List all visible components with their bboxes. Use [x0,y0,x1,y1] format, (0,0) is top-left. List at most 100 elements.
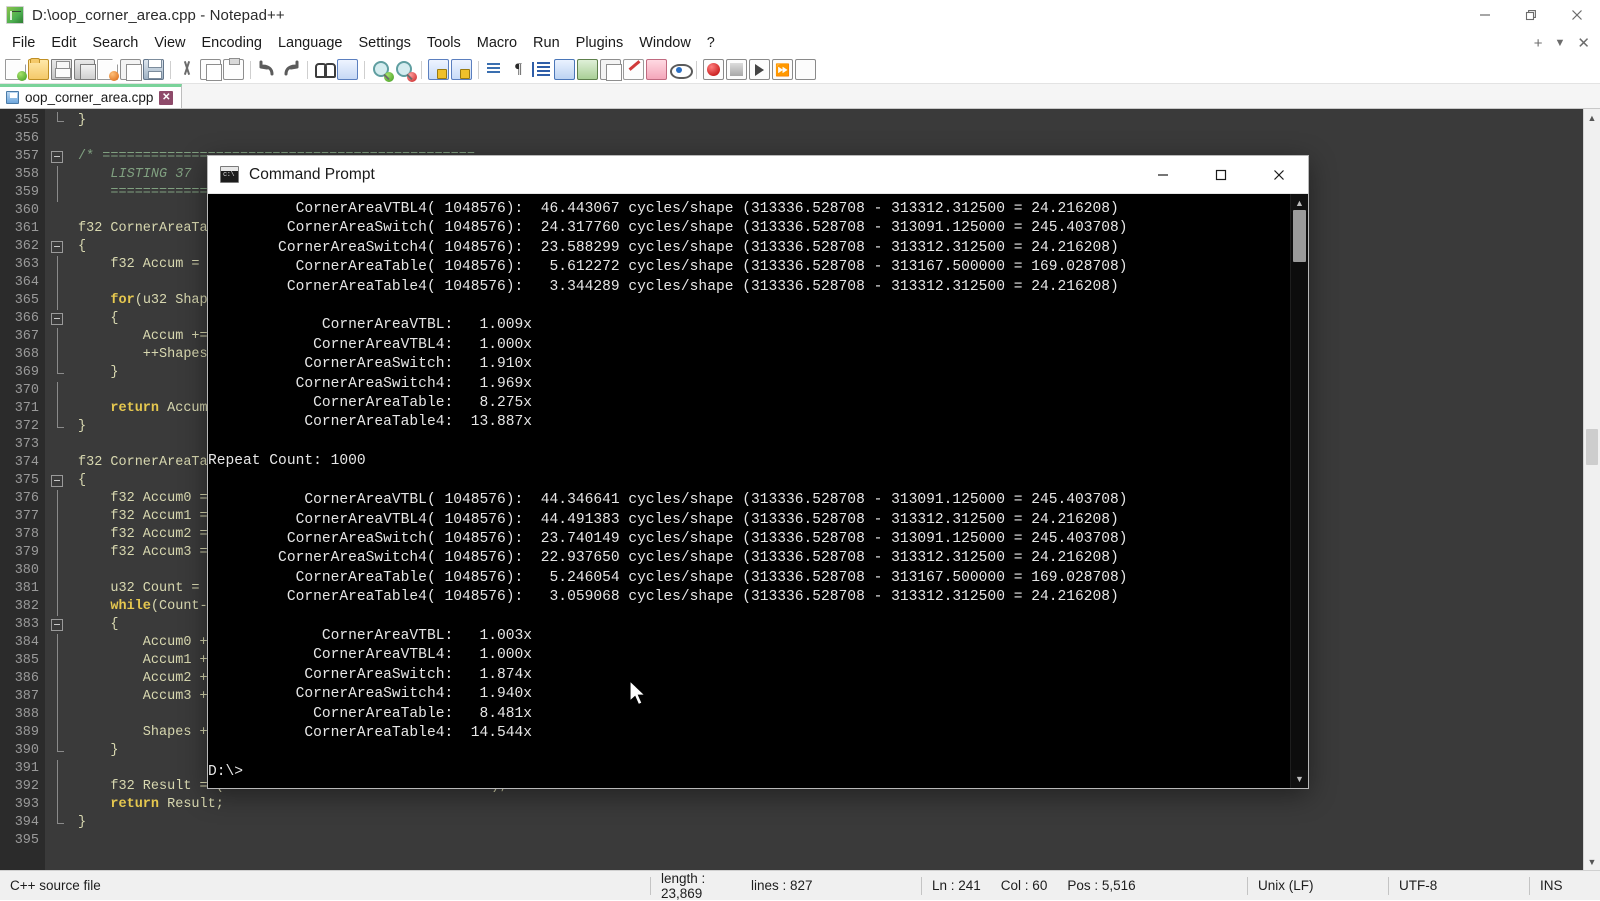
fold-marker[interactable] [46,760,70,778]
fold-marker[interactable] [46,148,70,166]
fold-marker[interactable] [46,562,70,580]
fold-marker[interactable] [46,292,70,310]
scroll-up-icon[interactable]: ▲ [1584,109,1600,126]
cmd-minimize-button[interactable] [1134,156,1192,194]
fold-marker[interactable] [46,166,70,184]
fold-marker[interactable] [46,256,70,274]
zoom-in-icon[interactable] [371,59,394,82]
fold-marker[interactable] [46,814,70,832]
command-prompt-titlebar[interactable]: Command Prompt [208,156,1308,194]
word-wrap-icon[interactable] [485,59,506,80]
close-file-icon[interactable] [97,59,119,81]
record-macro-icon[interactable] [703,59,724,80]
fold-marker[interactable] [46,274,70,292]
menu-help[interactable]: ? [699,33,723,53]
code-line[interactable] [78,832,1583,850]
fold-marker[interactable] [46,346,70,364]
sync-vertical-icon[interactable] [428,59,449,80]
fold-marker[interactable] [46,634,70,652]
undo-icon[interactable] [257,59,278,80]
menu-view[interactable]: View [146,33,193,53]
code-folding-column[interactable] [46,109,70,870]
menu-settings[interactable]: Settings [350,33,418,53]
redo-icon[interactable] [280,59,301,80]
save-icon[interactable] [51,59,72,80]
function-list-icon[interactable] [600,59,622,81]
cmd-maximize-button[interactable] [1192,156,1250,194]
console-scroll-down-icon[interactable]: ▼ [1291,770,1308,788]
fold-marker[interactable] [46,652,70,670]
fold-marker[interactable] [46,310,70,328]
fold-marker[interactable] [46,328,70,346]
console-scroll-thumb[interactable] [1293,210,1306,262]
fold-marker[interactable] [46,238,70,256]
ui-user-defined-dialog-icon[interactable] [554,59,575,80]
find-icon[interactable] [314,59,336,80]
fold-marker[interactable] [46,670,70,688]
fold-marker[interactable] [46,454,70,472]
open-file-icon[interactable] [28,58,49,80]
menu-macro[interactable]: Macro [469,33,525,53]
fold-marker[interactable] [46,832,70,850]
paste-icon[interactable] [223,58,244,80]
fold-marker[interactable] [46,598,70,616]
open-folder-icon[interactable] [646,59,667,80]
console-vertical-scrollbar[interactable]: ▲ ▼ [1290,194,1308,788]
fold-marker[interactable] [46,130,70,148]
fold-marker[interactable] [46,436,70,454]
fold-marker[interactable] [46,400,70,418]
play-macro-icon[interactable] [749,59,770,80]
cmd-close-button[interactable] [1250,156,1308,194]
fold-marker[interactable] [46,364,70,382]
close-all-files-icon[interactable] [120,59,142,81]
replace-icon[interactable] [337,59,358,80]
close-tab-icon[interactable]: ✕ [1577,34,1590,52]
fold-marker[interactable] [46,706,70,724]
scroll-down-icon[interactable]: ▼ [1584,853,1600,870]
fold-marker[interactable] [46,220,70,238]
fold-marker[interactable] [46,472,70,490]
menu-tools[interactable]: Tools [419,33,469,53]
fold-marker[interactable] [46,688,70,706]
editor-scroll-thumb[interactable] [1586,429,1598,465]
fold-marker[interactable] [46,544,70,562]
fold-marker[interactable] [46,724,70,742]
fold-marker[interactable] [46,490,70,508]
close-button[interactable] [1554,0,1600,30]
folder-as-workspace-icon[interactable] [623,59,644,80]
fold-marker[interactable] [46,796,70,814]
save-all-icon[interactable] [74,59,96,80]
tab-close-icon[interactable]: ✕ [159,90,174,105]
code-line[interactable]: } [78,814,1583,832]
menu-plugins[interactable]: Plugins [568,33,632,53]
code-line[interactable]: return Result; [78,796,1583,814]
menu-encoding[interactable]: Encoding [194,33,270,53]
sync-horizontal-icon[interactable] [451,59,472,80]
print-icon[interactable] [143,59,164,80]
restore-button[interactable] [1508,0,1554,30]
command-prompt-body[interactable]: CornerAreaVTBL4( 1048576): 46.443067 cyc… [208,194,1308,788]
fold-marker[interactable] [46,418,70,436]
minimize-button[interactable] [1462,0,1508,30]
tab-list-icon[interactable]: ▼ [1555,37,1566,49]
menu-edit[interactable]: Edit [43,33,84,53]
fold-marker[interactable] [46,778,70,796]
editor-vertical-scrollbar[interactable]: ▲ ▼ [1583,109,1600,870]
zoom-out-icon[interactable] [394,59,417,82]
tab-oop-corner-area-cpp[interactable]: oop_corner_area.cpp ✕ [0,84,183,108]
new-tab-icon[interactable]: + [1534,35,1543,52]
menu-run[interactable]: Run [525,33,568,53]
run-icon[interactable] [795,59,816,80]
menu-language[interactable]: Language [270,33,351,53]
show-all-chars-icon[interactable]: ¶ [508,59,529,80]
fold-marker[interactable] [46,508,70,526]
fold-marker[interactable] [46,202,70,220]
menu-window[interactable]: Window [631,33,699,53]
fold-marker[interactable] [46,742,70,760]
indent-guide-icon[interactable] [531,59,552,80]
fold-marker[interactable] [46,184,70,202]
fold-marker[interactable] [46,526,70,544]
fold-marker[interactable] [46,616,70,634]
menu-file[interactable]: File [4,33,43,53]
code-line[interactable]: } [78,112,1583,130]
